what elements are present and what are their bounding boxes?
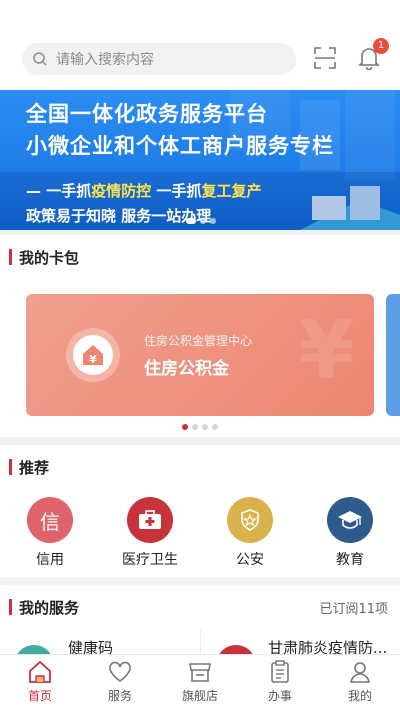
recommend-item-education[interactable]: 教育 [310,497,390,569]
tab-label: 首页 [27,689,52,703]
section-title: 我的服务 [19,598,80,617]
recommend-grid: 信 信用 医疗卫生 公安 教育 [0,489,400,577]
tab-me[interactable]: 我的 [320,659,400,704]
tab-label: 服务 [107,689,132,703]
banner-dot [200,218,206,224]
banner-dot [186,218,196,224]
card-dot [212,424,218,430]
recommend-item-medical[interactable]: 医疗卫生 [110,497,190,569]
bottom-tab-bar: 首页 服务 旗舰店 办事 我的 [0,654,400,708]
graduation-cap-icon [327,497,373,543]
credit-icon: 信 [27,497,73,543]
banner-slogan-1: — 一手抓疫情防控 一手抓复工复产 [26,182,262,200]
section-accent-bar [9,249,12,265]
recommend-item-police[interactable]: 公安 [210,497,290,569]
next-card-peek[interactable] [386,294,400,416]
scan-icon[interactable] [314,47,336,69]
clipboard-icon [271,660,289,683]
section-title: 推荐 [19,458,50,477]
card-dot [192,424,198,430]
tab-label: 我的 [347,689,372,703]
tab-label: 旗舰店 [181,689,218,703]
tab-affairs[interactable]: 办事 [240,659,320,704]
tab-label: 办事 [267,689,292,703]
recommend-item-credit[interactable]: 信 信用 [10,497,90,569]
subscribed-count-link[interactable]: 已订阅11项 [319,598,388,617]
medical-kit-icon [127,497,173,543]
recommend-label: 公安 [236,552,264,568]
section-accent-bar [9,459,12,475]
banner-dot [210,218,216,224]
banner-title-2: 小微企业和个体工商户服务专栏 [26,134,334,158]
search-input[interactable]: 请输入搜索内容 [22,43,296,75]
promo-banner[interactable]: 全国一体化政务服务平台 小微企业和个体工商户服务专栏 — 一手抓疫情防控 一手抓… [0,90,400,230]
section-title: 我的卡包 [19,248,80,267]
tab-flagship-store[interactable]: 旗舰店 [160,659,240,704]
housing-fund-card[interactable]: ¥ ¥ 住房公积金管理中心 住房公积金 [26,294,374,416]
heart-hand-icon [109,661,131,682]
house-yuan-icon: ¥ [83,345,103,366]
card-wallet: ¥ ¥ 住房公积金管理中心 住房公积金 [0,279,400,437]
card-watermark: ¥ [298,304,354,397]
section-accent-bar [9,599,12,615]
card-icon: ¥ [66,328,120,382]
banner-slogan-2: 政策易于知晓 服务一站办理 [26,207,212,225]
tab-home[interactable]: 首页 [0,659,80,704]
header: 请输入搜索内容 1 [0,0,400,90]
card-dot [202,424,208,430]
section-recommend-header: 推荐 [0,445,400,489]
notification-badge: 1 [373,38,389,54]
recommend-label: 医疗卫生 [122,552,178,568]
section-services-header: 我的服务 已订阅11项 [0,585,400,629]
card-subtitle: 住房公积金管理中心 [144,334,253,348]
card-dot [182,424,188,430]
store-icon [189,663,211,682]
banner-pagination [186,218,216,224]
tab-services[interactable]: 服务 [80,659,160,704]
recommend-label: 教育 [336,552,364,568]
home-icon [29,660,51,683]
user-icon [350,662,370,683]
banner-title-1: 全国一体化政务服务平台 [26,102,268,126]
credit-icon-glyph: 信 [40,509,60,534]
police-badge-icon [227,497,273,543]
card-name: 住房公积金 [144,359,229,379]
card-pagination [182,424,218,430]
search-placeholder: 请输入搜索内容 [56,52,154,68]
recommend-label: 信用 [36,552,64,568]
search-icon [33,52,47,66]
section-card-wallet-header: 我的卡包 [0,235,400,279]
card-icon-symbol: ¥ [89,353,97,366]
